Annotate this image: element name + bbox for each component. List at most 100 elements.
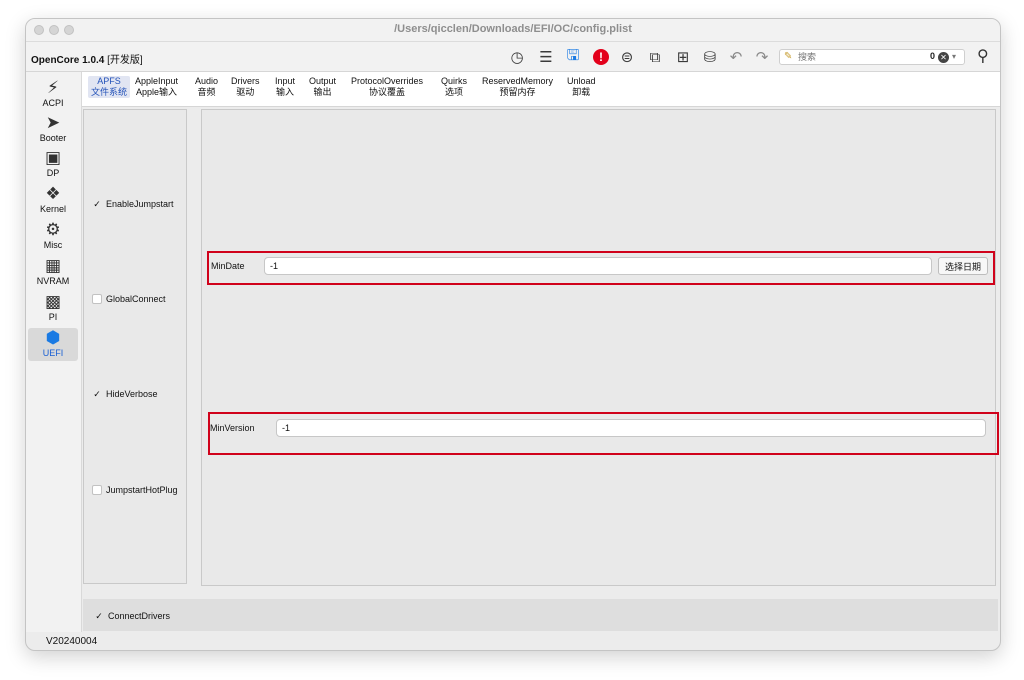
- chevron-down-icon[interactable]: ▾: [952, 52, 956, 61]
- database-icon[interactable]: ⛁: [701, 48, 719, 66]
- min-version-input[interactable]: [276, 419, 986, 437]
- checkbox-box: [92, 294, 102, 304]
- search-input[interactable]: [798, 50, 918, 64]
- title-bar: /Users/qicclen/Downloads/EFI/OC/config.p…: [26, 19, 1000, 42]
- checkmark-icon: ✓: [93, 199, 101, 209]
- clone-icon[interactable]: ⧉: [646, 48, 664, 66]
- app-title: OpenCore 1.0.4 [开发版]: [31, 51, 143, 66]
- tab-label: Audio: [195, 76, 219, 86]
- tab-apfs[interactable]: APFS 文件系统: [88, 76, 131, 98]
- checkmark-icon: ✓: [93, 389, 101, 399]
- connect-drivers-checkbox[interactable]: ✓ ConnectDrivers: [94, 609, 170, 623]
- fields-panel: [201, 109, 996, 586]
- tab-unload[interactable]: Unload 卸载: [567, 76, 596, 98]
- sidebar-item-label: Booter: [39, 133, 67, 143]
- search-icon[interactable]: ⚲: [977, 46, 989, 66]
- jumpstart-hotplug-checkbox[interactable]: JumpstartHotPlug: [92, 483, 178, 497]
- tab-sublabel: 输出: [313, 87, 332, 97]
- clear-search-icon[interactable]: ✕: [938, 52, 949, 63]
- tab-sublabel: Apple输入: [136, 87, 178, 97]
- sidebar-item-uefi[interactable]: ⬢ UEFI: [28, 328, 78, 361]
- tab-label: Quirks: [441, 76, 468, 86]
- tab-bar: APFS 文件系统 AppleInput Apple输入 Audio 音频 Dr…: [82, 72, 1000, 107]
- sidebar-item-misc[interactable]: ⚙ Misc: [28, 220, 78, 250]
- tab-sublabel: 卸载: [572, 87, 591, 97]
- chip-icon: ▦: [44, 256, 62, 275]
- history-clock-icon[interactable]: ◷: [508, 48, 526, 66]
- search-result-count: 0: [930, 51, 936, 61]
- import-icon[interactable]: ⊞: [674, 48, 692, 66]
- tab-sublabel: 输入: [276, 87, 295, 97]
- bottom-bar: [83, 599, 998, 631]
- app-edition: [开发版]: [104, 55, 143, 66]
- sidebar-item-label: PI: [48, 312, 58, 322]
- redo-icon[interactable]: ↷: [753, 48, 771, 66]
- enable-jumpstart-checkbox[interactable]: ✓ EnableJumpstart: [92, 197, 174, 211]
- sidebar: ⚡ ACPI ➤ Booter ▣ DP ❖ Kernel ⚙ Misc ▦ N…: [26, 72, 82, 632]
- sidebar-item-label: UEFI: [42, 348, 64, 358]
- sidebar-item-acpi[interactable]: ⚡ ACPI: [28, 78, 78, 108]
- rocket-icon: ➤: [45, 113, 61, 132]
- tab-label: APFS: [97, 76, 121, 86]
- checkbox-box: [92, 485, 102, 495]
- sidebar-item-booter[interactable]: ➤ Booter: [28, 113, 78, 143]
- sidebar-item-kernel[interactable]: ❖ Kernel: [28, 184, 78, 214]
- search-box: ✎ 0 ✕ ▾: [779, 49, 965, 65]
- tab-sublabel: 音频: [197, 87, 216, 97]
- alert-icon[interactable]: !: [593, 49, 609, 65]
- tab-sublabel: 驱动: [236, 87, 255, 97]
- cube-icon: ⬢: [45, 328, 61, 347]
- checkbox-label: ConnectDrivers: [108, 611, 171, 621]
- tab-drivers[interactable]: Drivers 驱动: [231, 76, 260, 98]
- app-name: OpenCore 1.0.4: [31, 55, 105, 66]
- tab-input[interactable]: Input 输入: [275, 76, 295, 98]
- sidebar-item-label: ACPI: [42, 98, 64, 108]
- tab-output[interactable]: Output 输出: [309, 76, 336, 98]
- version-label: V20240004: [46, 636, 98, 647]
- undo-icon[interactable]: ↶: [727, 48, 745, 66]
- checkbox-label: EnableJumpstart: [106, 199, 174, 209]
- sidebar-item-pi[interactable]: ▩ PI: [28, 292, 78, 322]
- checkbox-label: JumpstartHotPlug: [106, 485, 178, 495]
- checkbox-label: GlobalConnect: [106, 294, 166, 304]
- tab-label: ReservedMemory: [482, 76, 554, 86]
- tab-sublabel: 预留内存: [499, 87, 536, 97]
- min-date-input[interactable]: [264, 257, 932, 275]
- min-version-label: MinVersion: [210, 423, 255, 433]
- list-icon[interactable]: ☰: [537, 48, 555, 66]
- checkmark-icon: ✓: [95, 611, 103, 621]
- tab-label: Unload: [567, 76, 596, 86]
- sidebar-item-dp[interactable]: ▣ DP: [28, 148, 78, 178]
- sidebar-item-label: Kernel: [39, 204, 66, 214]
- tab-reservedmemory[interactable]: ReservedMemory 预留内存: [482, 76, 553, 98]
- tab-appleinput[interactable]: AppleInput Apple输入: [135, 76, 178, 98]
- select-date-button[interactable]: 选择日期: [938, 257, 988, 275]
- display-icon: ▣: [44, 148, 62, 167]
- toolbar: OpenCore 1.0.4 [开发版] ◷ ☰ 🖫 ! ⊜ ⧉ ⊞ ⛁ ↶ ↷…: [26, 42, 1000, 72]
- save-icon[interactable]: 🖫: [564, 47, 582, 66]
- tab-protocoloverrides[interactable]: ProtocolOverrides 协议覆盖: [351, 76, 423, 98]
- tab-quirks[interactable]: Quirks 选项: [441, 76, 467, 98]
- lightning-icon: ⚡: [47, 78, 59, 97]
- checkbox-panel: [83, 109, 187, 584]
- min-date-label: MinDate: [211, 261, 245, 271]
- tab-label: ProtocolOverrides: [351, 76, 424, 86]
- sidebar-item-nvram[interactable]: ▦ NVRAM: [28, 256, 78, 286]
- hide-verbose-checkbox[interactable]: ✓ HideVerbose: [92, 387, 158, 401]
- global-connect-checkbox[interactable]: GlobalConnect: [92, 292, 166, 306]
- tab-sublabel: 选项: [445, 87, 464, 97]
- sidebar-item-label: Misc: [43, 240, 63, 250]
- broom-icon[interactable]: ✎: [784, 51, 792, 62]
- gears-icon: ⚙: [45, 220, 61, 239]
- checklist-icon[interactable]: ⊜: [618, 48, 636, 66]
- sidebar-item-label: NVRAM: [36, 276, 70, 286]
- tab-audio[interactable]: Audio 音频: [195, 76, 218, 98]
- sidebar-item-label: DP: [46, 168, 60, 178]
- kernel-icon: ❖: [45, 184, 61, 203]
- window-title: /Users/qicclen/Downloads/EFI/OC/config.p…: [394, 23, 632, 35]
- checkbox-label: HideVerbose: [106, 389, 158, 399]
- app-window: /Users/qicclen/Downloads/EFI/OC/config.p…: [25, 18, 1001, 651]
- tab-label: Input: [275, 76, 296, 86]
- tab-sublabel: 协议覆盖: [369, 87, 406, 97]
- apple-screen-icon: ▩: [44, 292, 62, 311]
